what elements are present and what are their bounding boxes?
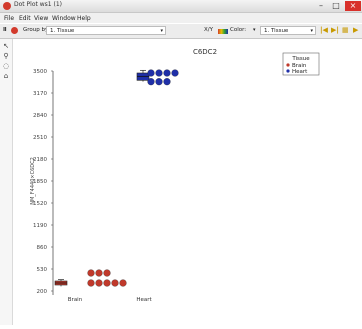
data-point-brain[interactable] (87, 269, 95, 277)
data-point-heart[interactable] (147, 69, 155, 77)
data-point-heart[interactable] (155, 78, 163, 86)
color-dropdown-arrow-icon: ▾ (253, 27, 256, 33)
toolbar: Ⅱ Group by: 1. Tissue ▾ X/Y Color: ▾ 1. … (0, 24, 362, 39)
y-tick-label: 1190 (33, 223, 47, 229)
color-label: Color: (230, 27, 247, 33)
home-icon[interactable]: ⌂ (2, 72, 10, 80)
record-icon[interactable] (11, 27, 18, 34)
data-point-heart[interactable] (171, 69, 179, 77)
menu-view[interactable]: View (34, 15, 48, 22)
y-tick-label: 530 (37, 267, 48, 273)
app-logo-icon (3, 2, 11, 10)
data-point-brain[interactable] (111, 279, 119, 287)
y-tick-label: 200 (37, 289, 48, 295)
x-tick-brain: Brain (68, 297, 83, 303)
chevron-down-icon: ▾ (310, 28, 313, 34)
minimize-icon[interactable]: – (315, 1, 327, 11)
data-point-brain[interactable] (103, 269, 111, 277)
menu-file[interactable]: File (4, 15, 14, 22)
next-icon[interactable]: ▶ (353, 27, 358, 34)
group-by-dropdown[interactable]: 1. Tissue ▾ (46, 26, 166, 35)
pointer-icon[interactable]: ↖ (2, 42, 10, 50)
data-point-heart[interactable] (163, 78, 171, 86)
legend-heart-marker (286, 69, 290, 73)
color-palette-icon[interactable] (218, 29, 228, 34)
lock-icon[interactable]: Ⅱ (3, 27, 7, 33)
last-page-icon[interactable]: ▶| (331, 27, 339, 34)
app-window: Dot Plot ws1 (1) – □ × File Edit View Wi… (0, 0, 362, 325)
legend-heart-label: Heart (292, 69, 308, 75)
close-icon[interactable]: × (345, 1, 361, 11)
menu-bar: File Edit View Window Help (0, 13, 362, 23)
data-point-brain[interactable] (87, 279, 95, 287)
chevron-down-icon: ▾ (160, 28, 163, 34)
data-point-heart[interactable] (155, 69, 163, 77)
legend-brain-marker (286, 63, 290, 67)
color-value: 1. Tissue (264, 28, 289, 34)
y-tick-label: 3500 (33, 69, 47, 75)
tool-palette: ↖ ⚲ ◌ ⌂ (0, 39, 13, 325)
menu-help[interactable]: Help (77, 15, 91, 22)
y-tick-label: 3170 (33, 91, 47, 97)
xy-label[interactable]: X/Y (204, 27, 213, 33)
y-tick-label: 2510 (33, 135, 47, 141)
maximize-icon[interactable]: □ (330, 1, 342, 11)
data-point-brain[interactable] (103, 279, 111, 287)
grid-icon[interactable]: ▦ (342, 27, 349, 34)
menu-edit[interactable]: Edit (19, 15, 31, 22)
data-point-brain[interactable] (95, 269, 103, 277)
first-page-icon[interactable]: |◀ (320, 27, 328, 34)
y-tick-label: 2840 (33, 113, 47, 119)
dot-plot-chart: C6DC2 3500317028402510218018501520119086… (30, 48, 320, 303)
lasso-icon[interactable]: ◌ (2, 62, 10, 70)
data-point-brain[interactable] (119, 279, 127, 287)
title-bar[interactable]: Dot Plot ws1 (1) – □ × (0, 0, 362, 13)
window-title: Dot Plot ws1 (1) (14, 1, 63, 8)
data-point-heart[interactable] (147, 78, 155, 86)
x-tick-heart: Heart (136, 297, 152, 303)
menu-window[interactable]: Window (52, 15, 76, 22)
data-point-heart[interactable] (163, 69, 171, 77)
legend-title: Tissue (291, 56, 310, 62)
data-point-brain[interactable] (95, 279, 103, 287)
group-by-value: 1. Tissue (50, 28, 75, 34)
zoom-icon[interactable]: ⚲ (2, 52, 10, 60)
color-dropdown[interactable]: 1. Tissue ▾ (260, 26, 316, 35)
y-tick-label: 860 (37, 245, 48, 251)
chart-title: C6DC2 (193, 48, 217, 56)
chart-area: C6DC2 3500 3170 2840 2510 2180 1850 1520 1190 86… (13, 39, 362, 325)
y-axis-label: NM_F4440×C6DC2 (30, 157, 36, 205)
